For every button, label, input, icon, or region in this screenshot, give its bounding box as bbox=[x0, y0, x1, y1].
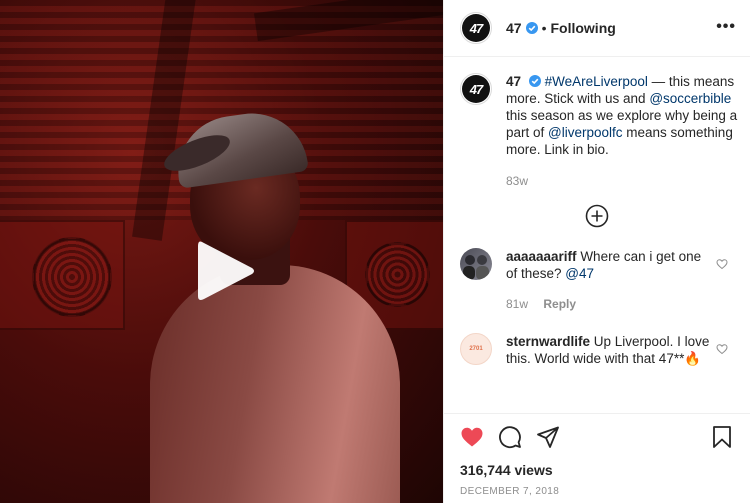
comment-username[interactable]: sternwardlife bbox=[506, 334, 590, 349]
verified-icon bbox=[525, 22, 538, 34]
avatar[interactable]: 2701 bbox=[460, 333, 492, 365]
bookmark-icon[interactable] bbox=[710, 425, 734, 449]
following-button[interactable]: Following bbox=[550, 20, 615, 36]
avatar-logo: 47 bbox=[462, 14, 490, 42]
caption-text: 47 #WeAreLiverpool — this means more. St… bbox=[506, 73, 742, 158]
load-more-comments[interactable] bbox=[460, 204, 734, 228]
header-username[interactable]: 47 bbox=[506, 20, 522, 36]
avatar[interactable]: 47 bbox=[460, 12, 492, 44]
comment-like-icon[interactable] bbox=[716, 258, 728, 270]
action-bar bbox=[460, 422, 734, 452]
caption: 47 47 #WeAreLiverpool — this means more.… bbox=[460, 73, 737, 188]
mention-link[interactable]: @soccerbible bbox=[649, 91, 731, 106]
person-sweater bbox=[150, 265, 400, 503]
load-more-plus-icon bbox=[585, 204, 609, 228]
view-count[interactable]: 316,744 views bbox=[460, 462, 734, 478]
avatar[interactable] bbox=[460, 248, 492, 280]
comments-list[interactable]: 47 47 #WeAreLiverpool — this means more.… bbox=[444, 57, 750, 413]
hashtag-link[interactable]: #WeAreLiverpool bbox=[545, 74, 648, 89]
heart-icon[interactable] bbox=[460, 425, 484, 449]
avatar[interactable]: 47 bbox=[460, 73, 492, 105]
post-viewer: 47 47 • Following ••• 47 47 #WeAreLiverp… bbox=[0, 0, 750, 503]
caption-username[interactable]: 47 bbox=[506, 74, 521, 89]
verified-icon bbox=[528, 75, 541, 87]
post-header: 47 47 • Following ••• bbox=[444, 0, 750, 57]
comment-icon[interactable] bbox=[498, 425, 522, 449]
post-actions: 316,744 views DECEMBER 7, 2018 bbox=[444, 413, 750, 497]
ac-unit bbox=[0, 220, 125, 330]
reply-button[interactable]: Reply bbox=[543, 297, 576, 311]
more-icon[interactable]: ••• bbox=[716, 18, 736, 36]
avatar-logo: 2701 bbox=[469, 346, 483, 352]
post-side-panel: 47 47 • Following ••• 47 47 #WeAreLiverp… bbox=[443, 0, 750, 503]
share-icon[interactable] bbox=[536, 425, 560, 449]
header-separator: • bbox=[541, 20, 547, 36]
comment-item: aaaaaaariff Where can i get one of these… bbox=[460, 248, 734, 313]
post-date[interactable]: DECEMBER 7, 2018 bbox=[460, 486, 734, 497]
play-button[interactable] bbox=[196, 238, 256, 304]
comment-item: 2701 sternwardlife Up Liverpool. I love … bbox=[460, 333, 734, 367]
play-icon bbox=[198, 241, 254, 300]
comment-username[interactable]: aaaaaaariff bbox=[506, 249, 577, 264]
avatar-photo bbox=[463, 255, 489, 280]
post-video[interactable] bbox=[0, 0, 443, 503]
comment-age[interactable]: 81w bbox=[506, 297, 528, 311]
comment-like-icon[interactable] bbox=[716, 343, 728, 355]
mention-link[interactable]: @liverpoolfc bbox=[548, 125, 622, 140]
mention-link[interactable]: @47 bbox=[565, 266, 594, 281]
caption-age[interactable]: 83w bbox=[506, 174, 742, 188]
avatar-logo: 47 bbox=[462, 75, 490, 103]
